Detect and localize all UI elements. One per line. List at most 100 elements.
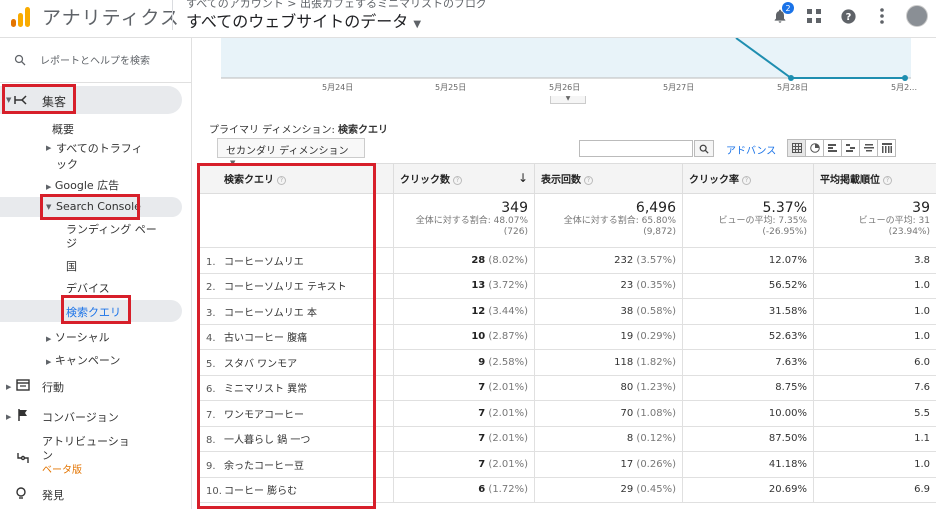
expand-right-icon: ▶ xyxy=(46,335,52,343)
grid-apps-icon xyxy=(807,9,821,23)
position-cell: 5.5 xyxy=(813,400,936,427)
view-title: すべてのウェブサイトのデータ xyxy=(186,12,409,31)
clicks-value: 6 xyxy=(478,484,486,496)
clicks-cell: 7 (2.01%) xyxy=(393,425,535,452)
help-icon[interactable]: ? xyxy=(883,175,892,185)
term-cloud-view-button[interactable] xyxy=(859,139,878,157)
help-icon[interactable]: ? xyxy=(453,175,462,185)
ctr-cell: 87.50% xyxy=(682,425,814,452)
clicks-percent: (3.72%) xyxy=(488,280,528,292)
totals-overall: (23.94%) xyxy=(888,227,930,237)
analytics-logo-icon[interactable] xyxy=(10,5,32,27)
highlight-box-search-console xyxy=(40,194,140,220)
totals-overall: (726) xyxy=(503,227,528,237)
impressions-cell: 19 (0.29%) xyxy=(534,323,683,350)
sidebar-item-all-traffic[interactable]: ▶ すべてのトラフィ ック xyxy=(46,140,143,171)
column-header-label: 平均掲載順位 xyxy=(820,175,880,186)
ctr-cell: 41.18% xyxy=(682,451,814,478)
clicks-cell: 13 (3.72%) xyxy=(393,272,535,299)
apps-button[interactable] xyxy=(804,6,824,26)
expand-right-icon: ▶ xyxy=(46,358,52,366)
table-filter-button[interactable] xyxy=(694,140,714,157)
impressions-value: 8 xyxy=(626,433,634,445)
clicks-percent: (2.01%) xyxy=(488,382,528,394)
impressions-cell: 8 (0.12%) xyxy=(534,425,683,452)
column-header-impressions[interactable]: 表示回数? xyxy=(534,163,683,194)
totals-value: 39 xyxy=(912,200,930,216)
help-icon: ? xyxy=(840,8,856,24)
sidebar-item-label: Google 広告 xyxy=(54,179,120,192)
clicks-cell: 9 (2.58%) xyxy=(393,349,535,376)
position-cell: 1.0 xyxy=(813,451,936,478)
more-options-button[interactable] xyxy=(872,6,892,26)
sidebar-item-social[interactable]: ▶ ソーシャル xyxy=(46,329,110,345)
table-view-button[interactable] xyxy=(787,139,806,157)
clicks-value: 7 xyxy=(478,458,486,470)
clicks-percent: (2.01%) xyxy=(488,458,528,470)
clicks-percent: (3.44%) xyxy=(488,305,528,317)
totals-ctr: 5.37% ビューの平均: 7.35% (-26.95%) xyxy=(682,193,814,248)
sidebar-item-label-cont: ック xyxy=(56,158,78,171)
column-header-avg-position[interactable]: 平均掲載順位? xyxy=(813,163,936,194)
position-cell: 6.9 xyxy=(813,476,936,503)
sidebar-search[interactable]: レポートとヘルプを検索 xyxy=(14,52,150,67)
sidebar-item-google-ads[interactable]: ▶ Google 広告 xyxy=(46,177,119,193)
clicks-cell: 7 (2.01%) xyxy=(393,374,535,401)
svg-text:?: ? xyxy=(845,12,851,23)
column-header-clicks[interactable]: クリック数? ↓ xyxy=(393,163,535,194)
left-sidebar: レポートとヘルプを検索 ▼ 集客 概要 ▶ すべてのトラフィ ック ▶ Goog… xyxy=(0,38,192,509)
header-actions: 2 ? xyxy=(770,2,928,27)
sidebar-item-countries[interactable]: 国 xyxy=(66,258,77,274)
performance-view-button[interactable] xyxy=(823,139,842,157)
totals-overall: (-26.95%) xyxy=(762,227,807,237)
more-vert-icon xyxy=(880,8,884,24)
sidebar-item-conversions[interactable]: ▶ コンバージョン xyxy=(6,409,119,424)
totals-impressions: 6,496 全体に対する割合: 65.80% (9,872) xyxy=(534,193,683,248)
date-tick: 5月25日 xyxy=(435,83,467,92)
sidebar-item-overview[interactable]: 概要 xyxy=(52,121,74,137)
advanced-filter-link[interactable]: アドバンス xyxy=(726,142,776,157)
impressions-cell: 29 (0.45%) xyxy=(534,476,683,503)
report-main: 5月24日 5月25日 5月26日 5月27日 5月28日 5月2… ▼ プライ… xyxy=(193,38,936,509)
impressions-percent: (3.57%) xyxy=(636,254,676,266)
pie-view-button[interactable] xyxy=(805,139,824,157)
collapse-chart-button[interactable]: ▼ xyxy=(550,96,586,104)
trend-chart xyxy=(221,38,911,81)
sidebar-item-devices[interactable]: デバイス xyxy=(66,280,110,296)
column-header-ctr[interactable]: クリック率? xyxy=(682,163,814,194)
chart-point-may28[interactable] xyxy=(788,75,794,81)
impressions-value: 118 xyxy=(614,356,634,368)
clicks-percent: (2.58%) xyxy=(488,356,528,368)
primary-dimension-value[interactable]: 検索クエリ xyxy=(338,125,388,136)
sidebar-item-behavior[interactable]: ▶ 行動 xyxy=(6,379,64,394)
clicks-cell: 12 (3.44%) xyxy=(393,298,535,325)
chart-point-may29[interactable] xyxy=(902,75,908,81)
comparison-view-button[interactable] xyxy=(841,139,860,157)
help-icon[interactable]: ? xyxy=(742,175,751,185)
user-avatar[interactable] xyxy=(906,5,928,27)
help-button[interactable]: ? xyxy=(838,6,858,26)
help-icon[interactable]: ? xyxy=(584,175,593,185)
clicks-value: 10 xyxy=(471,331,486,343)
clicks-value: 9 xyxy=(478,356,486,368)
clicks-value: 7 xyxy=(478,407,486,419)
caret-down-icon: ▼ xyxy=(413,19,422,30)
impressions-cell: 17 (0.26%) xyxy=(534,451,683,478)
expand-right-icon: ▶ xyxy=(46,183,52,191)
secondary-dimension-dropdown[interactable]: セカンダリ ディメンション ▼ xyxy=(217,138,365,167)
impressions-value: 29 xyxy=(620,484,634,496)
notifications-button[interactable]: 2 xyxy=(770,2,794,26)
sidebar-item-attribution[interactable]: アトリビューショ ン ベータ版 xyxy=(16,431,186,477)
table-filter-input[interactable] xyxy=(579,140,693,157)
sidebar-item-label-cont: ジ xyxy=(66,237,77,250)
ctr-cell: 8.75% xyxy=(682,374,814,401)
pivot-view-button[interactable] xyxy=(877,139,896,157)
highlight-box-query-column xyxy=(197,163,376,509)
sidebar-item-campaigns[interactable]: ▶ キャンペーン xyxy=(46,352,120,368)
sidebar-item-landing-pages[interactable]: ランディング ペー ジ xyxy=(66,221,157,250)
impressions-value: 232 xyxy=(614,254,634,266)
position-cell: 1.0 xyxy=(813,298,936,325)
impressions-value: 70 xyxy=(620,407,634,419)
view-selector[interactable]: すべてのウェブサイトのデータ ▼ xyxy=(186,8,421,32)
impressions-percent: (0.45%) xyxy=(636,484,676,496)
